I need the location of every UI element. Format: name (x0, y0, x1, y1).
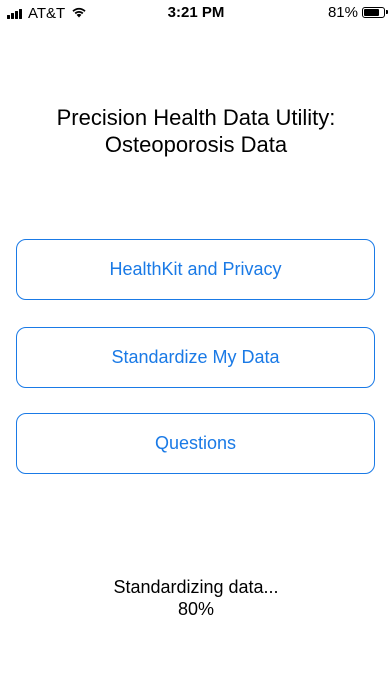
progress-status-text: Standardizing data... (113, 577, 279, 597)
page-title: Precision Health Data Utility: Osteoporo… (0, 104, 392, 158)
standardize-data-button[interactable]: Standardize My Data (16, 327, 375, 388)
battery-icon (362, 7, 388, 18)
battery-cap (386, 10, 388, 14)
questions-button[interactable]: Questions (16, 413, 375, 474)
battery-percent: 81% (327, 4, 358, 21)
healthkit-privacy-button[interactable]: HealthKit and Privacy (16, 239, 375, 300)
status-bar: AT&T 3:21 PM 81% (0, 0, 392, 28)
battery-fill (364, 9, 380, 16)
page-title-line-1: Precision Health Data Utility: (56, 105, 336, 130)
progress-percent: 80% (177, 599, 215, 619)
progress-status: Standardizing data... 80% (0, 576, 392, 620)
page-title-line-2: Osteoporosis Data (104, 132, 288, 157)
status-right: 81% (327, 4, 388, 21)
